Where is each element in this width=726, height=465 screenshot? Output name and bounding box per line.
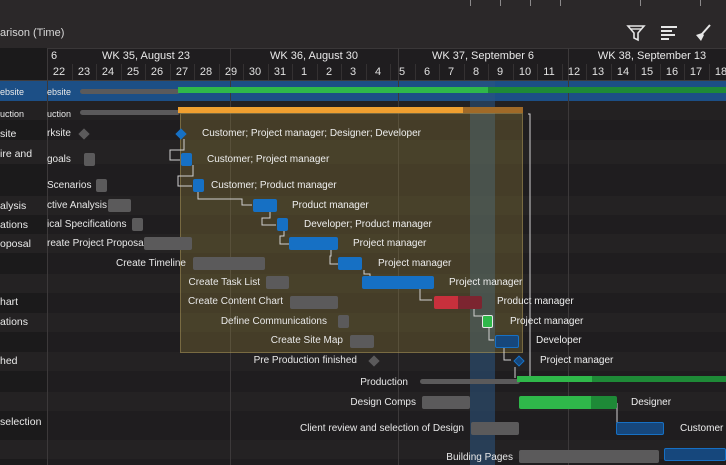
task-label: Create Site Map bbox=[270, 335, 343, 346]
task-resources: Customer; Project manager; Designer; Dev… bbox=[202, 128, 421, 139]
task-label: ical Specifications bbox=[47, 219, 127, 230]
task-label: uction bbox=[47, 109, 72, 119]
task-bar-baseline[interactable] bbox=[519, 450, 659, 463]
outline-label: hed bbox=[0, 355, 18, 367]
summary-bar[interactable] bbox=[80, 110, 180, 115]
outline-label: hart bbox=[0, 296, 19, 308]
task-label: ctive Analysis bbox=[47, 200, 108, 211]
task-bar[interactable] bbox=[253, 199, 277, 212]
outline-label: ations bbox=[0, 219, 29, 231]
summary-bar[interactable] bbox=[420, 379, 520, 384]
task-resources: Project manager bbox=[378, 258, 452, 269]
task-bar-baseline[interactable] bbox=[108, 199, 131, 212]
task-bar[interactable] bbox=[193, 179, 204, 192]
task-resources: Customer; Project manager bbox=[207, 154, 330, 165]
task-bar-baseline[interactable] bbox=[193, 257, 265, 270]
task-bar[interactable] bbox=[277, 218, 288, 231]
task-bar[interactable] bbox=[664, 448, 726, 461]
outline-label: alysis bbox=[0, 200, 27, 212]
task-bar[interactable] bbox=[616, 422, 664, 435]
task-bar-remaining bbox=[591, 396, 617, 409]
outline-label: ebsite bbox=[0, 87, 25, 97]
task-resources: Project manager bbox=[540, 355, 614, 366]
task-label: Define Communications bbox=[220, 316, 327, 327]
task-label: rksite bbox=[47, 128, 71, 139]
task-label: Create Content Chart bbox=[187, 296, 283, 307]
summary-bar-remaining bbox=[488, 87, 726, 93]
summary-bar-progress[interactable] bbox=[517, 376, 592, 382]
summary-bar-remaining bbox=[463, 107, 523, 113]
outline-label: site bbox=[0, 128, 17, 140]
task-bar-baseline[interactable] bbox=[471, 422, 519, 435]
task-resources: Product manager bbox=[497, 296, 574, 307]
task-label: goals bbox=[47, 154, 71, 165]
task-label: Pre Production finished bbox=[253, 355, 357, 366]
task-bar-late[interactable] bbox=[434, 296, 458, 309]
outline-label: ire and bbox=[0, 148, 33, 160]
task-resources: Developer; Product manager bbox=[304, 219, 432, 230]
outline-label: ations bbox=[0, 316, 29, 328]
summary-bar[interactable] bbox=[80, 89, 180, 94]
task-bar[interactable] bbox=[362, 276, 434, 289]
task-bar-baseline[interactable] bbox=[422, 396, 470, 409]
task-bar-baseline[interactable] bbox=[266, 276, 289, 289]
task-label: Building Pages bbox=[446, 452, 513, 463]
task-resources: Project manager bbox=[510, 316, 584, 327]
summary-bar-remaining bbox=[592, 376, 726, 382]
task-label: reate Project Proposal bbox=[47, 238, 146, 249]
task-bar-baseline[interactable] bbox=[290, 296, 338, 309]
task-label: ebsite bbox=[47, 87, 72, 97]
task-bar[interactable] bbox=[289, 237, 338, 250]
task-label: Scenarios bbox=[47, 180, 92, 191]
task-resources: Designer bbox=[631, 397, 672, 408]
task-bar[interactable] bbox=[495, 335, 519, 348]
task-bar-progress[interactable] bbox=[519, 396, 591, 409]
task-resources: Customer; Product manager bbox=[211, 180, 337, 191]
task-bar-baseline[interactable] bbox=[132, 218, 143, 231]
task-label: Production bbox=[360, 377, 408, 388]
gantt-app: arison (Time) 6 WK 35, August 23 WK 36, … bbox=[0, 0, 726, 465]
outline-label: uction bbox=[0, 109, 25, 119]
outline-label: oposal bbox=[0, 238, 31, 250]
task-bar-late-remaining bbox=[458, 296, 482, 309]
summary-bar-orange[interactable] bbox=[178, 107, 463, 113]
task-label: Design Comps bbox=[350, 397, 416, 408]
task-resources: Customer bbox=[680, 423, 724, 434]
task-bar-baseline[interactable] bbox=[84, 153, 95, 166]
task-bar-baseline[interactable] bbox=[338, 315, 349, 328]
task-bar-baseline[interactable] bbox=[144, 237, 192, 250]
dependency-lines bbox=[169, 113, 618, 429]
task-resources: Product manager bbox=[292, 200, 369, 211]
task-bar-baseline[interactable] bbox=[350, 335, 374, 348]
task-bar-complete[interactable] bbox=[482, 315, 493, 328]
task-label: Client review and selection of Design bbox=[300, 423, 464, 434]
task-resources: Project manager bbox=[449, 277, 523, 288]
task-label: Create Timeline bbox=[115, 258, 186, 269]
task-resources: Project manager bbox=[353, 238, 427, 249]
task-bar[interactable] bbox=[338, 257, 362, 270]
task-bar[interactable] bbox=[181, 153, 192, 166]
task-resources: Developer bbox=[536, 335, 582, 346]
task-label: Create Task List bbox=[188, 277, 260, 288]
outline-label: selection bbox=[0, 416, 42, 428]
task-bar-baseline[interactable] bbox=[96, 179, 107, 192]
